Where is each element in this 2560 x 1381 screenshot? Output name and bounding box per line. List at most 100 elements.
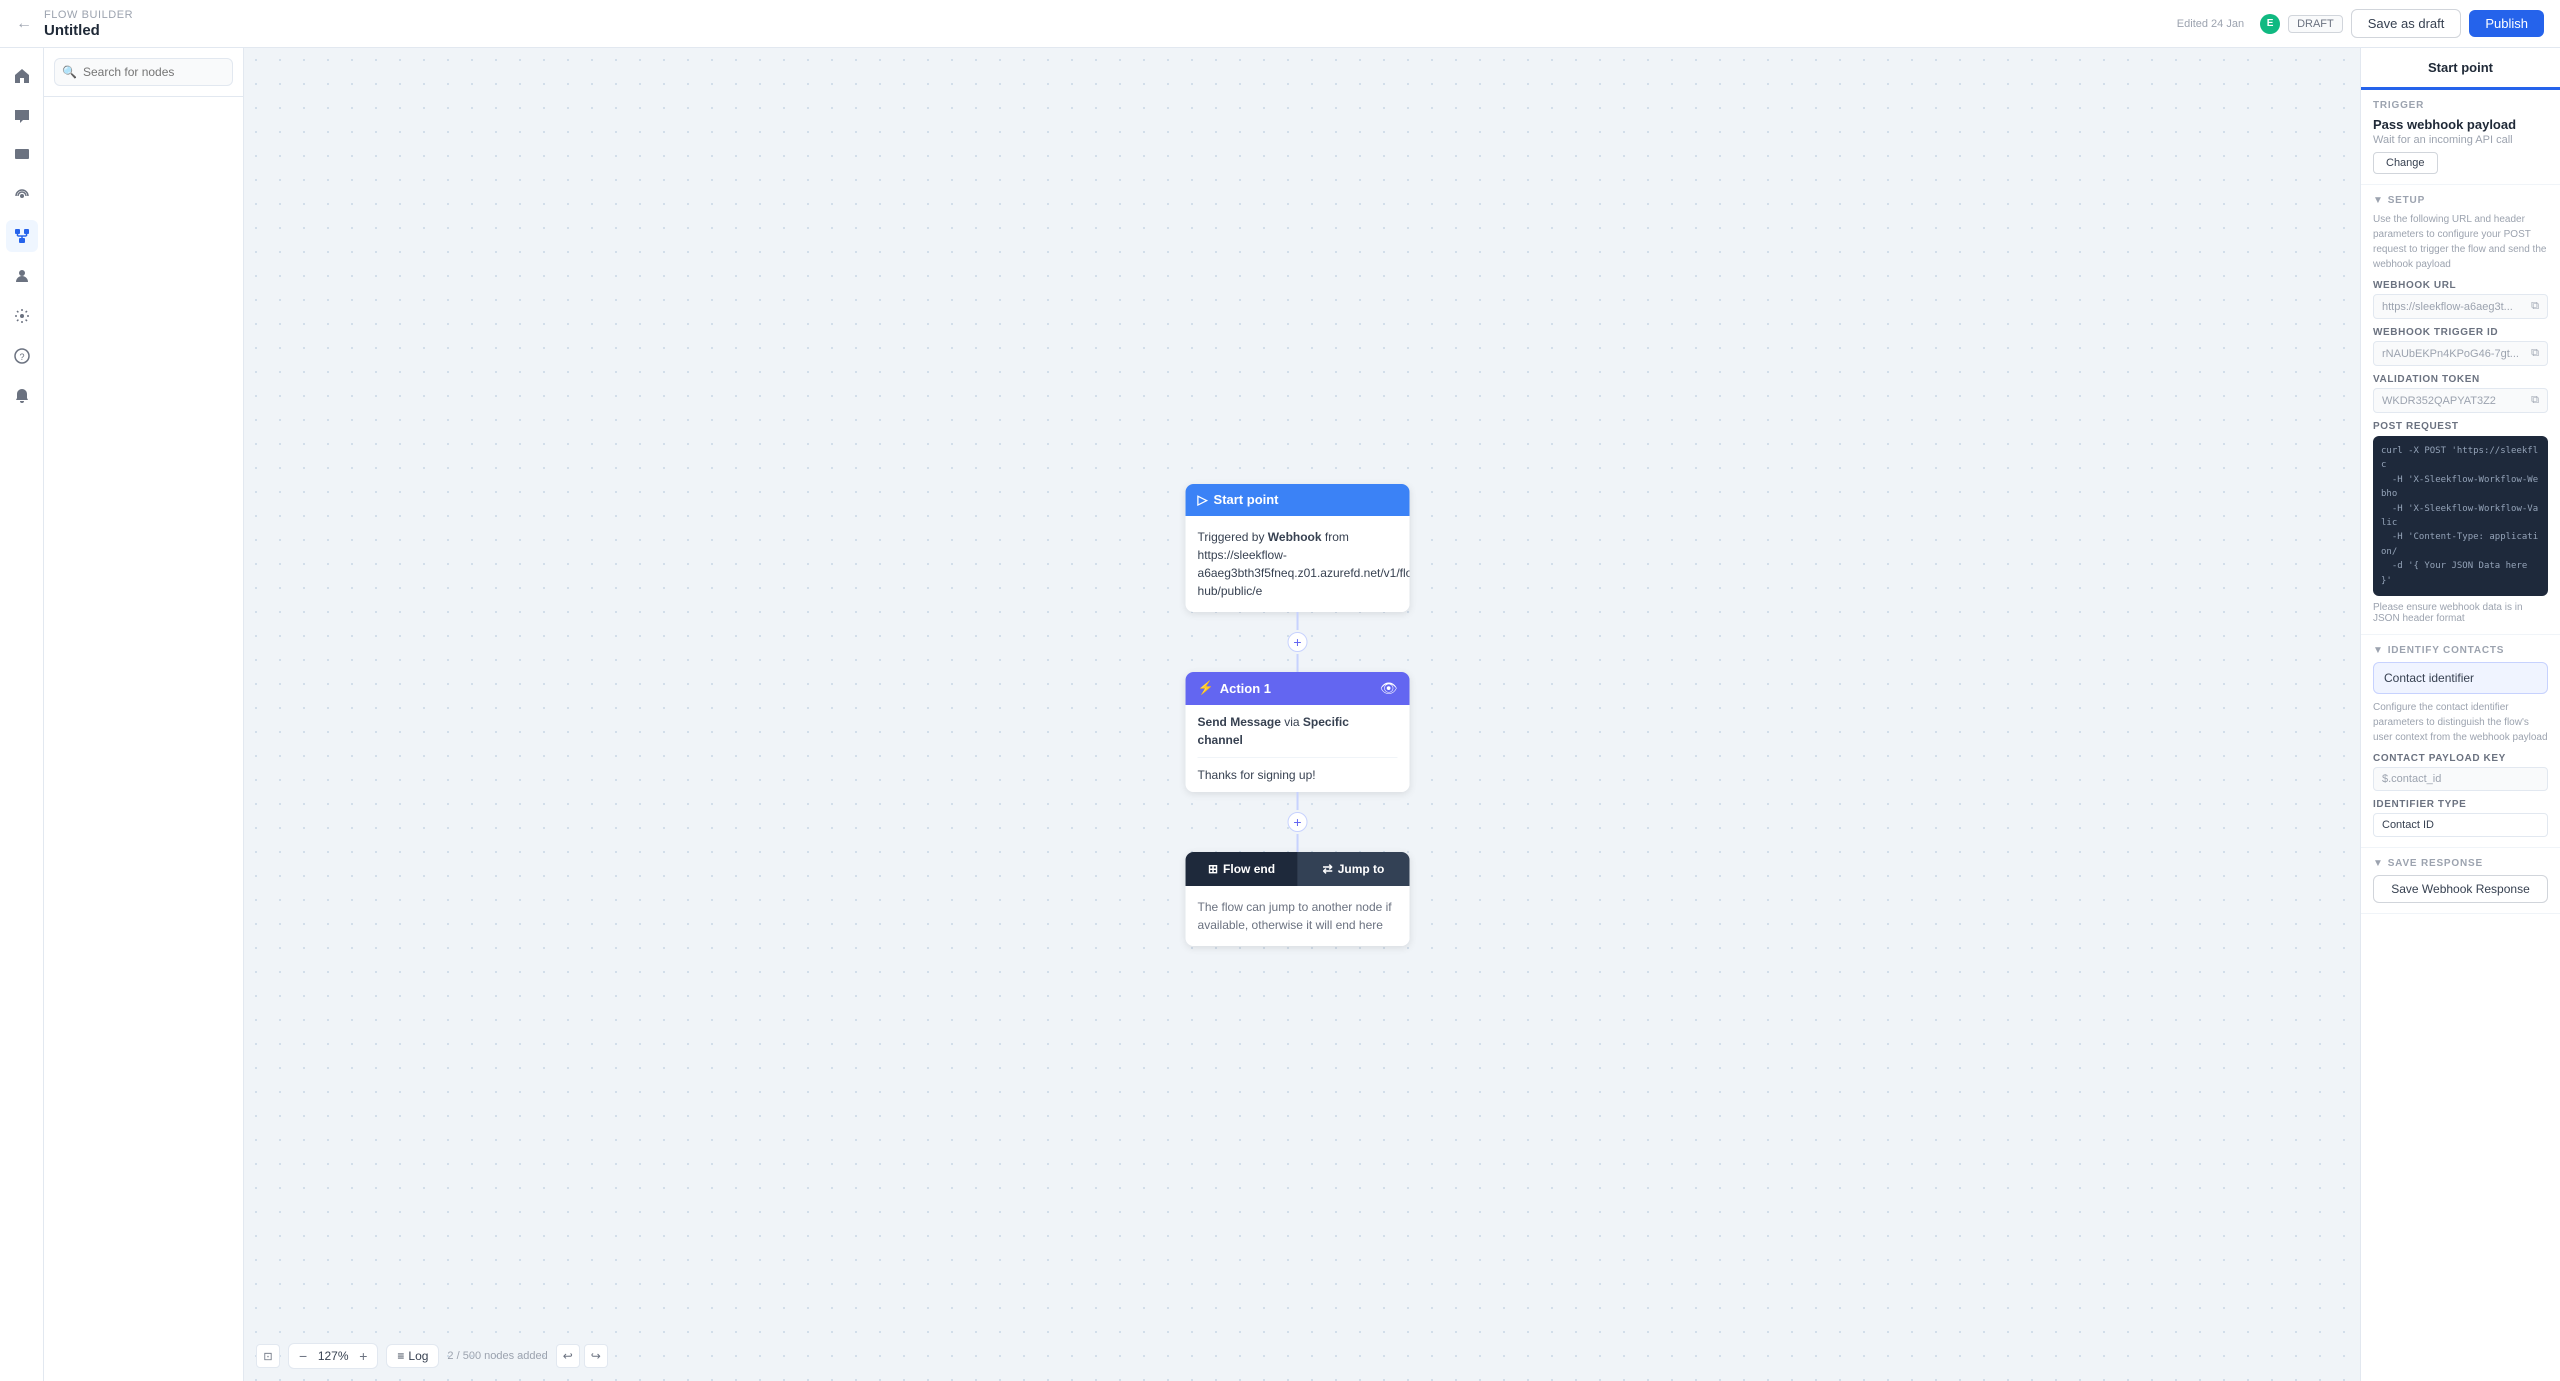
svg-text:?: ? xyxy=(19,352,24,362)
copy-icon[interactable]: ⧉ xyxy=(2531,300,2539,313)
copy-icon-2[interactable]: ⧉ xyxy=(2531,347,2539,360)
add-node-button-1[interactable]: + xyxy=(1288,632,1308,652)
identify-contacts-section: ▼ IDENTIFY CONTACTS Contact identifier C… xyxy=(2361,635,2560,848)
contact-payload-key-field[interactable]: $.contact_id xyxy=(2373,767,2548,791)
webhook-trigger-id-value: rNAUbEKPn4KPoG46-7gt... xyxy=(2382,348,2519,360)
contact-payload-key-value: $.contact_id xyxy=(2382,773,2441,785)
save-response-section: ▼ SAVE RESPONSE Save Webhook Response xyxy=(2361,848,2560,914)
post-request-code: curl -X POST 'https://sleekflc -H 'X-Sle… xyxy=(2373,436,2548,596)
fit-view-button[interactable]: ⊡ xyxy=(256,1344,280,1368)
sidebar-icon-home[interactable] xyxy=(6,60,38,92)
main-layout: ? 🔍 ▷ Start point xyxy=(0,48,2560,1381)
zoom-in-button[interactable]: + xyxy=(357,1348,369,1364)
change-trigger-button[interactable]: Change xyxy=(2373,152,2438,174)
action-type-text: Send Message via Specific channel xyxy=(1198,713,1398,749)
validation-token-label: VALIDATION TOKEN xyxy=(2373,374,2548,385)
sidebar-left: ? xyxy=(0,48,44,1381)
action-title: ⚡ Action 1 xyxy=(1198,680,1271,696)
action-icon: ⚡ xyxy=(1198,680,1214,696)
publish-button[interactable]: Publish xyxy=(2469,10,2544,37)
end-node[interactable]: ⊞ Flow end ⇄ Jump to The flow can jump t… xyxy=(1186,852,1410,946)
zoom-level: 127% xyxy=(313,1349,353,1363)
sidebar-icon-contacts[interactable] xyxy=(6,260,38,292)
action-node[interactable]: ⚡ Action 1 👁 Send Message via Specific c… xyxy=(1186,672,1410,792)
contact-identifier-button[interactable]: Contact identifier xyxy=(2373,662,2548,694)
connector-line-4 xyxy=(1297,834,1299,852)
end-body: The flow can jump to another node if ava… xyxy=(1186,886,1410,946)
start-point-title: ▷ Start point xyxy=(1198,492,1279,508)
search-icon: 🔍 xyxy=(62,65,77,79)
identify-label: ▼ IDENTIFY CONTACTS xyxy=(2373,645,2548,656)
connector-line-2 xyxy=(1297,654,1299,672)
save-webhook-button[interactable]: Save Webhook Response xyxy=(2373,875,2548,903)
identifier-type-select[interactable]: Contact ID xyxy=(2373,813,2548,837)
sidebar-icon-inbox[interactable] xyxy=(6,140,38,172)
right-panel-title: Start point xyxy=(2361,48,2560,90)
action-body: Send Message via Specific channel Thanks… xyxy=(1186,705,1410,792)
header: ← FLOW BUILDER Untitled Edited 24 Jan E … xyxy=(0,0,2560,48)
trigger-subtitle: Wait for an incoming API call xyxy=(2373,134,2548,146)
save-response-label: ▼ SAVE RESPONSE xyxy=(2373,858,2548,869)
jump-to-tab[interactable]: ⇄ Jump to xyxy=(1298,852,1410,886)
json-warning: Please ensure webhook data is in JSON he… xyxy=(2373,602,2548,624)
edited-info: Edited 24 Jan xyxy=(2177,18,2244,30)
end-tabs: ⊞ Flow end ⇄ Jump to xyxy=(1186,852,1410,886)
contact-payload-key-label: CONTACT PAYLOAD KEY xyxy=(2373,753,2548,764)
avatar: E xyxy=(2260,14,2280,34)
identify-description: Configure the contact identifier paramet… xyxy=(2373,700,2548,745)
sidebar-icon-help[interactable]: ? xyxy=(6,340,38,372)
flow-end-icon: ⊞ xyxy=(1208,862,1218,876)
search-wrap: 🔍 xyxy=(54,58,233,86)
start-point-header: ▷ Start point xyxy=(1186,484,1410,516)
undo-button[interactable]: ↩ xyxy=(556,1344,580,1368)
sidebar-icon-broadcast[interactable] xyxy=(6,180,38,212)
action-message-text: Thanks for signing up! xyxy=(1198,766,1398,784)
node-search-area: 🔍 xyxy=(44,48,243,97)
identifier-type-label: IDENTIFIER TYPE xyxy=(2373,799,2548,810)
trigger-title: Pass webhook payload xyxy=(2373,117,2548,132)
canvas-toolbar: ⊡ − 127% + ≡ Log 2 / 500 nodes added ↩ ↪ xyxy=(256,1343,608,1369)
add-node-button-2[interactable]: + xyxy=(1288,812,1308,832)
flow-container: ▷ Start point Triggered by Webhook from … xyxy=(1186,484,1410,946)
zoom-controls: − 127% + xyxy=(288,1343,378,1369)
copy-icon-3[interactable]: ⧉ xyxy=(2531,394,2539,407)
right-panel: Start point TRIGGER Pass webhook payload… xyxy=(2360,48,2560,1381)
trigger-section: TRIGGER Pass webhook payload Wait for an… xyxy=(2361,90,2560,185)
start-icon: ▷ xyxy=(1198,492,1208,508)
webhook-trigger-id-label: WEBHOOK TRIGGER ID xyxy=(2373,327,2548,338)
start-point-body: Triggered by Webhook from https://sleekf… xyxy=(1186,516,1410,612)
log-icon: ≡ xyxy=(397,1349,404,1363)
redo-button[interactable]: ↪ xyxy=(584,1344,608,1368)
setup-section: ▼ SETUP Use the following URL and header… xyxy=(2361,185,2560,635)
flow-end-tab[interactable]: ⊞ Flow end xyxy=(1186,852,1298,886)
setup-description: Use the following URL and header paramet… xyxy=(2373,212,2548,272)
post-request-label: POST REQUEST xyxy=(2373,421,2548,432)
back-button[interactable]: ← xyxy=(16,15,32,33)
trigger-label: TRIGGER xyxy=(2373,100,2548,111)
log-button[interactable]: ≡ Log xyxy=(386,1344,439,1368)
page-title: Untitled xyxy=(44,22,133,39)
zoom-out-button[interactable]: − xyxy=(297,1348,309,1364)
sidebar-icon-settings[interactable] xyxy=(6,300,38,332)
header-left: FLOW BUILDER Untitled xyxy=(44,9,133,39)
jump-icon: ⇄ xyxy=(1323,862,1333,876)
undo-redo-controls: ↩ ↪ xyxy=(556,1344,608,1368)
action-eye-icon[interactable]: 👁 xyxy=(1380,680,1398,697)
save-draft-button[interactable]: Save as draft xyxy=(2351,9,2462,38)
connector-2: + xyxy=(1288,792,1308,852)
webhook-url-value: https://sleekflow-a6aeg3t... xyxy=(2382,301,2513,313)
sidebar-icon-chat[interactable] xyxy=(6,100,38,132)
webhook-url-field[interactable]: https://sleekflow-a6aeg3t... ⧉ xyxy=(2373,294,2548,319)
validation-token-value: WKDR352QAPYAT3Z2 xyxy=(2382,395,2496,407)
webhook-url-label: WEBHOOK URL xyxy=(2373,280,2548,291)
node-panel: 🔍 xyxy=(44,48,244,1381)
sidebar-icon-flow[interactable] xyxy=(6,220,38,252)
start-point-node[interactable]: ▷ Start point Triggered by Webhook from … xyxy=(1186,484,1410,612)
validation-token-field[interactable]: WKDR352QAPYAT3Z2 ⧉ xyxy=(2373,388,2548,413)
sidebar-icon-notification[interactable] xyxy=(6,380,38,412)
canvas[interactable]: ▷ Start point Triggered by Webhook from … xyxy=(244,48,2360,1381)
search-input[interactable] xyxy=(54,58,233,86)
connector-line-1 xyxy=(1297,612,1299,630)
draft-badge: DRAFT xyxy=(2288,15,2343,33)
webhook-trigger-id-field[interactable]: rNAUbEKPn4KPoG46-7gt... ⧉ xyxy=(2373,341,2548,366)
